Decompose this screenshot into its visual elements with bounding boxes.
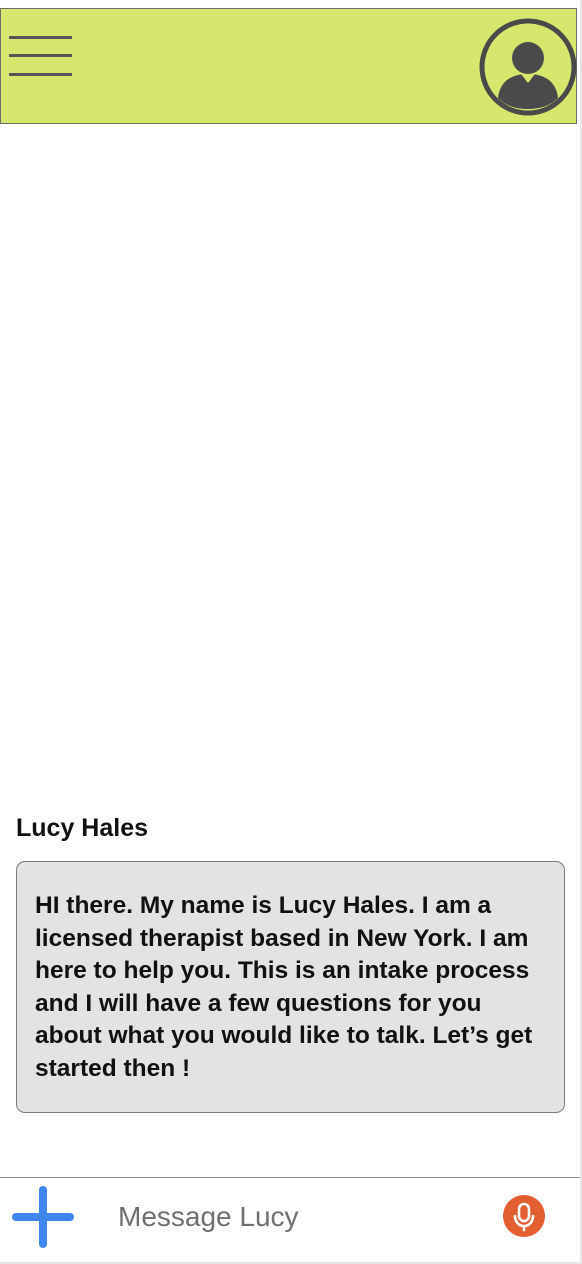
user-profile-icon [479, 18, 577, 116]
app-frame: Lucy Hales HI there. My name is Lucy Hal… [0, 0, 582, 1264]
menu-button[interactable] [9, 33, 73, 85]
message-text: HI there. My name is Lucy Hales. I am a … [35, 892, 533, 1082]
profile-button[interactable] [478, 18, 578, 118]
hamburger-menu-icon-bar [9, 54, 72, 57]
add-attachment-button[interactable] [12, 1186, 74, 1248]
plus-icon [12, 1186, 74, 1248]
sender-name: Lucy Hales [16, 814, 149, 842]
top-app-bar [0, 8, 577, 124]
microphone-icon [513, 1202, 535, 1232]
hamburger-menu-icon [9, 36, 72, 39]
composer-divider [0, 1177, 580, 1178]
hamburger-menu-icon-bar [9, 73, 72, 76]
message-bubble: HI there. My name is Lucy Hales. I am a … [16, 861, 565, 1113]
message-input[interactable] [118, 1194, 478, 1240]
microphone-button[interactable] [503, 1195, 545, 1237]
